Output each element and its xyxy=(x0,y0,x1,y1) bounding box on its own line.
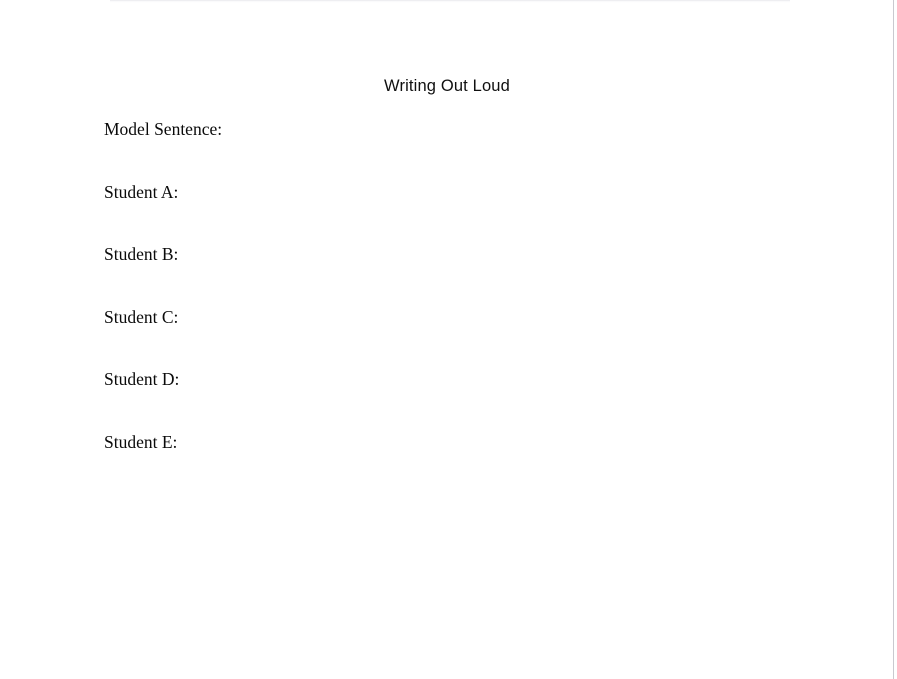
prompt-line-student-d: Student D: xyxy=(104,369,180,389)
document-page: Writing Out Loud Model Sentence: Student… xyxy=(0,0,897,679)
prompt-line-student-c: Student C: xyxy=(104,306,179,327)
prompt-line-model-sentence: Model Sentence: xyxy=(104,119,223,139)
prompt-line-student-e: Student E: xyxy=(104,431,178,452)
page-title: Writing Out Loud xyxy=(384,77,510,95)
page-right-edge-rule xyxy=(893,0,894,679)
page-top-seam xyxy=(110,0,790,4)
prompt-line-student-a: Student A: xyxy=(104,181,179,202)
prompt-line-student-b: Student B: xyxy=(104,244,179,264)
prompt-list: Model Sentence: Student A: Student B: St… xyxy=(104,118,804,453)
